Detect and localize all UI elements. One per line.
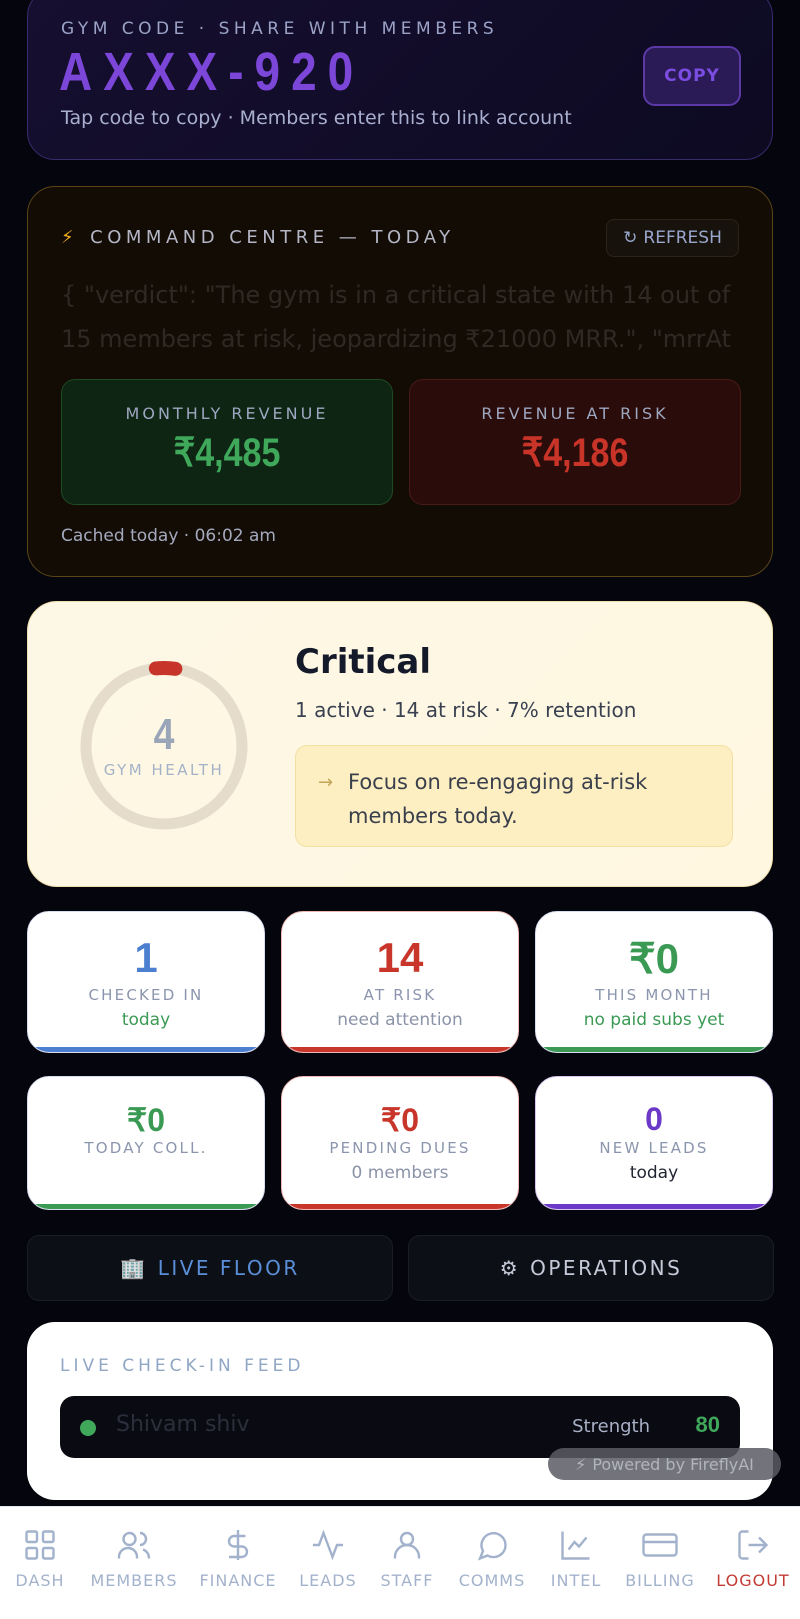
nav-label: COMMS (458, 1571, 526, 1590)
stat-value: 14 (376, 934, 424, 981)
stat-value: ₹0 (126, 1102, 166, 1138)
stat-label: AT RISK (363, 986, 437, 1004)
nav-label: BILLING (625, 1571, 695, 1590)
nav-label: LEADS (299, 1571, 357, 1590)
nav-comms[interactable]: COMMS (450, 1527, 534, 1590)
nav-dash[interactable]: DASH (10, 1527, 70, 1590)
nav-logout[interactable]: LOGOUT (710, 1527, 796, 1590)
gym-code-subtitle: Tap code to copy · Members enter this to… (61, 107, 572, 129)
gym-code-card: GYM CODE · SHARE WITH MEMBERS AXXX-920 T… (27, 0, 773, 160)
focus-box: → Focus on re-engaging at-risk members t… (295, 745, 733, 847)
stat-label: TODAY COLL. (84, 1139, 208, 1157)
refresh-button[interactable]: ↻ REFRESH (606, 219, 739, 257)
stat-sub: no paid subs yet (583, 1010, 725, 1030)
card-icon (642, 1533, 678, 1557)
dollar-icon (227, 1530, 249, 1560)
stat-value: ₹0 (628, 935, 680, 982)
gear-icon: ⚙ (499, 1256, 521, 1280)
revenue-at-risk-value: ₹4,186 (521, 431, 629, 475)
stat-label: THIS MONTH (595, 986, 713, 1004)
health-score: 4 (153, 710, 175, 759)
revenue-at-risk-box: REVENUE AT RISK ₹4,186 (409, 379, 741, 505)
nav-label: MEMBERS (90, 1571, 178, 1590)
health-status: Critical (295, 642, 432, 682)
nav-finance[interactable]: FINANCE (192, 1527, 284, 1590)
stat-sub: need attention (337, 1010, 463, 1030)
stat-at-risk[interactable]: 14 AT RISK need attention (281, 911, 519, 1053)
stat-new-leads[interactable]: 0 NEW LEADS today (535, 1076, 773, 1210)
nav-label: INTEL (550, 1571, 602, 1590)
refresh-label: REFRESH (643, 228, 722, 248)
bolt-icon: ⚡ (61, 227, 79, 248)
nav-billing[interactable]: BILLING (618, 1527, 702, 1590)
focus-text: Focus on re-engaging at-risk members tod… (348, 770, 648, 828)
stat-sub: 0 members (351, 1163, 449, 1183)
message-icon (477, 1532, 507, 1561)
nav-label: FINANCE (199, 1571, 277, 1590)
gym-health-card: 4 GYM HEALTH Critical 1 active · 14 at r… (27, 601, 773, 887)
copy-button[interactable]: COPY (643, 46, 741, 106)
bolt-icon: ⚡ (575, 1454, 587, 1474)
stat-bar (28, 1047, 264, 1052)
command-centre-card: ⚡ COMMAND CENTRE — TODAY ↻ REFRESH { "ver… (27, 186, 773, 577)
workout-type: Strength (572, 1416, 650, 1437)
nav-intel[interactable]: INTEL (546, 1527, 606, 1590)
command-centre-title-text: COMMAND CENTRE — TODAY (90, 227, 455, 248)
tab-operations[interactable]: ⚙ OPERATIONS (408, 1235, 774, 1301)
status-dot-icon (80, 1420, 96, 1436)
health-summary: 1 active · 14 at risk · 7% retention (295, 698, 637, 722)
stat-value: 1 (134, 934, 158, 981)
stat-today-collection[interactable]: ₹0 TODAY COLL. (27, 1076, 265, 1210)
bottom-nav: DASH MEMBERS FINANCE LEADS STAFF COMMS I… (0, 1506, 800, 1619)
stat-bar (536, 1204, 772, 1209)
monthly-revenue-label: MONTHLY REVENUE (125, 404, 329, 423)
member-score: 80 (695, 1412, 720, 1437)
user-icon (393, 1531, 421, 1559)
building-icon: 🏢 (120, 1256, 148, 1280)
stat-bar (282, 1047, 518, 1052)
chart-icon (561, 1531, 590, 1560)
member-name: Shivam shiv (116, 1412, 250, 1437)
refresh-icon: ↻ (623, 228, 638, 248)
grid-icon (25, 1530, 55, 1560)
health-label: GYM HEALTH (103, 761, 225, 779)
logout-icon (738, 1530, 769, 1560)
monthly-revenue-box: MONTHLY REVENUE ₹4,485 (61, 379, 393, 505)
tab-live-floor[interactable]: 🏢 LIVE FLOOR (27, 1235, 393, 1301)
nav-leads[interactable]: LEADS (292, 1527, 364, 1590)
verdict-text: { "verdict": "The gym is in a critical s… (61, 281, 731, 353)
stat-label: NEW LEADS (599, 1139, 709, 1157)
powered-by-text: Powered by FireflyAI (592, 1454, 754, 1474)
tab-label: OPERATIONS (530, 1256, 683, 1280)
nav-members[interactable]: MEMBERS (84, 1527, 184, 1590)
stat-this-month[interactable]: ₹0 THIS MONTH no paid subs yet (535, 911, 773, 1053)
arrow-right-icon: → (318, 772, 334, 793)
stat-label: PENDING DUES (329, 1139, 471, 1157)
tab-label: LIVE FLOOR (157, 1256, 300, 1280)
stat-sub: today (121, 1010, 171, 1030)
revenue-at-risk-label: REVENUE AT RISK (481, 404, 669, 423)
feed-title: LIVE CHECK-IN FEED (60, 1356, 305, 1376)
activity-icon (313, 1529, 343, 1561)
nav-staff[interactable]: STAFF (372, 1527, 442, 1590)
stat-label: CHECKED IN (88, 986, 204, 1004)
nav-label: STAFF (380, 1571, 434, 1590)
stat-value: ₹0 (380, 1102, 420, 1138)
users-icon (117, 1531, 151, 1559)
stat-bar (282, 1204, 518, 1209)
powered-by-badge: ⚡ Powered by FireflyAI (548, 1448, 781, 1480)
stat-pending-dues[interactable]: ₹0 PENDING DUES 0 members (281, 1076, 519, 1210)
monthly-revenue-value: ₹4,485 (173, 431, 281, 475)
stat-value: 0 (645, 1101, 663, 1137)
stat-bar (536, 1047, 772, 1052)
cached-timestamp: Cached today · 06:02 am (61, 526, 276, 546)
gym-code-label: GYM CODE · SHARE WITH MEMBERS (61, 19, 499, 39)
stat-sub: today (629, 1163, 679, 1183)
nav-label: DASH (15, 1571, 65, 1590)
stat-bar (28, 1204, 264, 1209)
command-centre-title: ⚡ COMMAND CENTRE — TODAY (61, 227, 455, 248)
stat-checked-in[interactable]: 1 CHECKED IN today (27, 911, 265, 1053)
nav-label: LOGOUT (716, 1571, 790, 1590)
gym-code-value[interactable]: AXXX-920 (59, 41, 364, 103)
